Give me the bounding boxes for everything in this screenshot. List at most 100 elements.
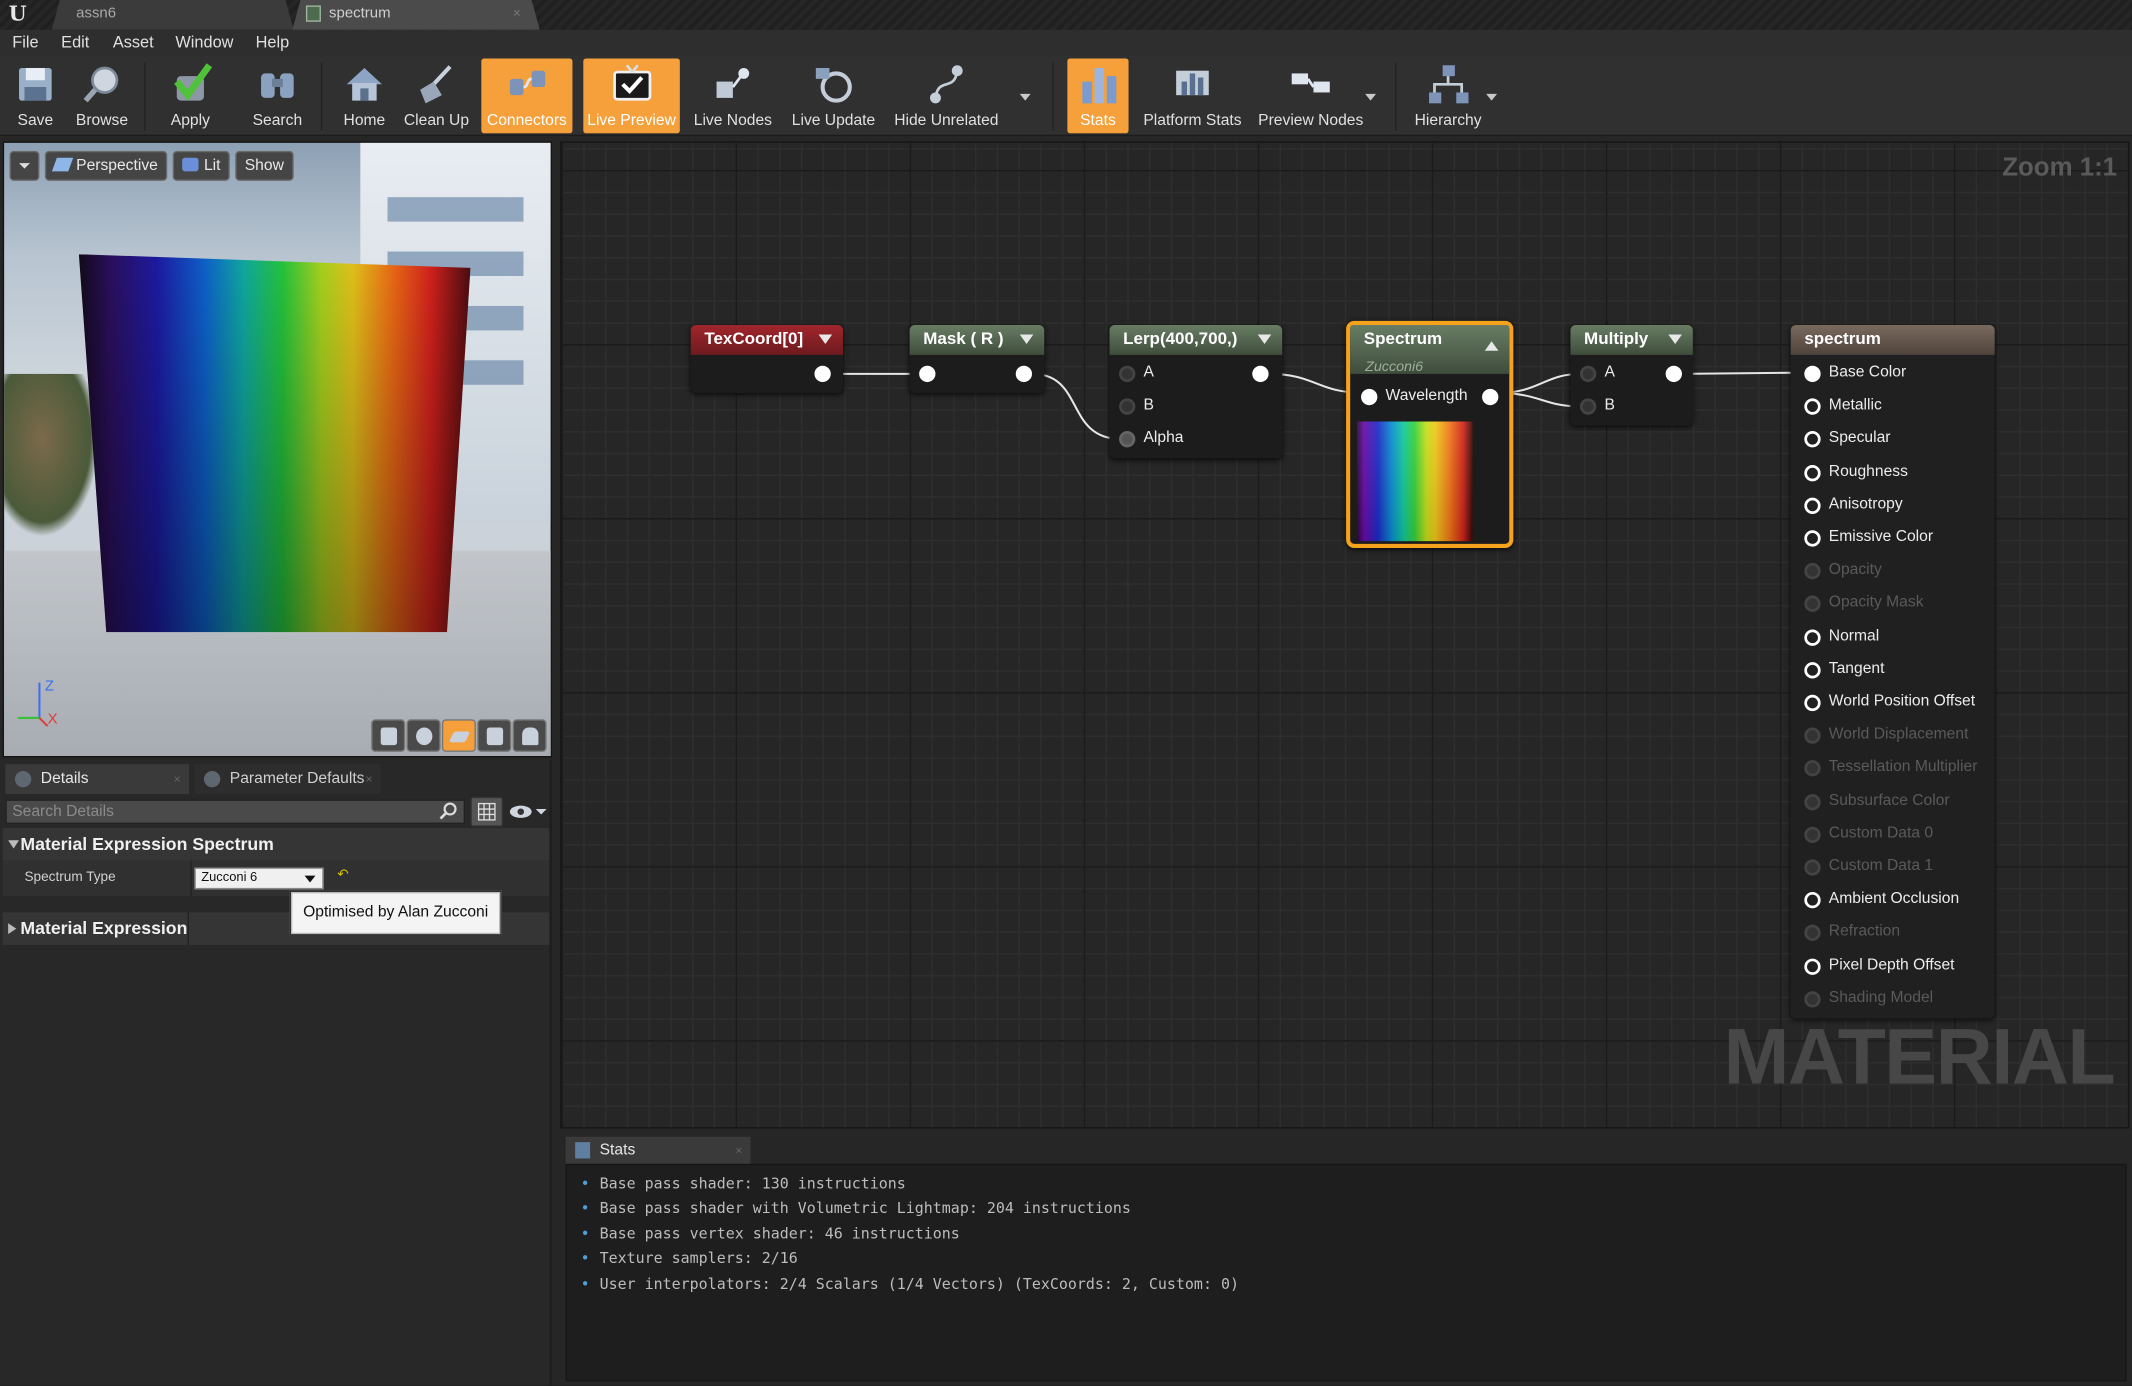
result-input-pin[interactable] bbox=[1804, 596, 1821, 613]
lerp-input-b-pin[interactable] bbox=[1119, 398, 1136, 415]
result-input-pin[interactable] bbox=[1804, 694, 1821, 712]
live-update-button[interactable]: Live Update bbox=[789, 58, 879, 133]
lerp-output-pin[interactable] bbox=[1252, 365, 1269, 383]
tab-stats[interactable]: Stats × bbox=[565, 1136, 751, 1164]
node-multiply-header[interactable]: Multiply bbox=[1570, 324, 1693, 355]
node-texcoord[interactable]: TexCoord[0] bbox=[690, 324, 844, 393]
lerp-input-alpha-pin[interactable] bbox=[1119, 431, 1136, 448]
result-input-pin[interactable] bbox=[1804, 563, 1821, 580]
node-lerp[interactable]: Lerp(400,700,) A B Alpha bbox=[1109, 324, 1283, 459]
search-button[interactable]: Search bbox=[239, 58, 315, 133]
multiply-output-pin[interactable] bbox=[1665, 365, 1682, 383]
node-lerp-header[interactable]: Lerp(400,700,) bbox=[1109, 324, 1283, 355]
sphere-preview-button[interactable] bbox=[406, 719, 441, 752]
tab-parameter-defaults[interactable]: Parameter Defaults × bbox=[194, 764, 381, 795]
result-input-pin[interactable] bbox=[1804, 925, 1821, 942]
node-multiply[interactable]: Multiply A B bbox=[1570, 324, 1693, 426]
tab-spectrum[interactable]: spectrum × bbox=[292, 0, 539, 30]
cube-preview-button[interactable] bbox=[477, 719, 512, 752]
browse-button[interactable]: Browse bbox=[68, 58, 136, 133]
hide-unrelated-button[interactable]: Hide Unrelated bbox=[892, 58, 1001, 133]
toolbar-overflow-arrow[interactable] bbox=[1019, 93, 1031, 101]
result-input-pin[interactable] bbox=[1804, 826, 1821, 843]
tab-details[interactable]: Details × bbox=[5, 764, 189, 795]
mask-output-pin[interactable] bbox=[1015, 365, 1033, 383]
result-input-pin[interactable] bbox=[1804, 661, 1821, 679]
custom-mesh-preview-button[interactable] bbox=[512, 719, 547, 752]
result-input-pin[interactable] bbox=[1804, 892, 1821, 909]
multiply-input-a-pin[interactable] bbox=[1579, 365, 1597, 383]
menu-help[interactable]: Help bbox=[256, 33, 290, 52]
result-input-pin[interactable] bbox=[1804, 958, 1821, 975]
category-material-expression-spectrum[interactable]: Material Expression Spectrum bbox=[2, 828, 550, 861]
home-button[interactable]: Home bbox=[332, 58, 397, 133]
mask-input-pin[interactable] bbox=[919, 365, 936, 383]
close-tab-icon[interactable]: × bbox=[174, 764, 181, 794]
platform-stats-button[interactable]: Platform Stats bbox=[1139, 58, 1245, 133]
result-input-pin[interactable] bbox=[1804, 464, 1821, 481]
node-material-result[interactable]: spectrum Base Color Metallic Specular Rough… bbox=[1790, 324, 1995, 1019]
result-input-pin[interactable] bbox=[1804, 727, 1821, 745]
result-input-pin[interactable] bbox=[1804, 793, 1821, 810]
close-tab-icon[interactable]: × bbox=[365, 764, 372, 794]
collapse-arrow-icon[interactable] bbox=[1019, 334, 1034, 345]
result-input-pin[interactable] bbox=[1804, 990, 1821, 1008]
collapse-arrow-icon[interactable] bbox=[818, 334, 833, 345]
result-input-pin[interactable] bbox=[1804, 365, 1821, 383]
show-button[interactable]: Show bbox=[235, 150, 294, 181]
menu-window[interactable]: Window bbox=[175, 33, 233, 52]
save-button[interactable]: Save bbox=[5, 58, 65, 133]
toolbar-overflow-arrow[interactable] bbox=[1365, 93, 1377, 101]
search-icon[interactable] bbox=[439, 801, 458, 820]
collapse-up-arrow-icon[interactable] bbox=[1484, 341, 1499, 351]
result-input-pin[interactable] bbox=[1804, 398, 1821, 415]
toolbar-overflow-arrow[interactable] bbox=[1486, 93, 1498, 101]
close-tab-icon[interactable]: × bbox=[735, 1137, 742, 1164]
collapse-arrow-icon[interactable] bbox=[1668, 334, 1682, 345]
menu-file[interactable]: File bbox=[12, 33, 38, 52]
search-details-input[interactable]: Search Details bbox=[5, 799, 466, 824]
node-result-header[interactable]: spectrum bbox=[1790, 324, 1995, 355]
node-texcoord-header[interactable]: TexCoord[0] bbox=[690, 324, 844, 355]
perspective-icon bbox=[51, 157, 74, 172]
property-matrix-button[interactable] bbox=[470, 796, 504, 827]
spectrum-type-dropdown[interactable]: Zucconi 6 bbox=[194, 867, 324, 890]
lit-button[interactable]: Lit bbox=[172, 150, 231, 181]
texcoord-output-pin[interactable] bbox=[814, 365, 831, 383]
collapse-arrow-icon[interactable] bbox=[1257, 334, 1272, 345]
spectrum-output-pin[interactable] bbox=[1482, 388, 1499, 406]
spectrum-input-wavelength-pin[interactable] bbox=[1361, 388, 1378, 406]
result-input-pin[interactable] bbox=[1804, 497, 1821, 514]
result-input-pin[interactable] bbox=[1804, 530, 1821, 547]
perspective-button[interactable]: Perspective bbox=[44, 150, 168, 181]
viewport-options-dropdown[interactable] bbox=[9, 150, 40, 181]
menu-edit[interactable]: Edit bbox=[61, 33, 89, 52]
cylinder-preview-button[interactable] bbox=[371, 719, 406, 752]
node-spectrum-header[interactable]: Spectrum Zucconi6 bbox=[1350, 324, 1510, 375]
material-graph[interactable]: Zoom 1:1 MATERIAL TexCoord[0] Mask ( R )… bbox=[560, 141, 2130, 1129]
node-mask[interactable]: Mask ( R ) bbox=[909, 324, 1045, 393]
node-spectrum-selected[interactable]: Spectrum Zucconi6 Wavelength bbox=[1346, 320, 1514, 548]
multiply-input-b-pin[interactable] bbox=[1579, 398, 1597, 415]
menu-asset[interactable]: Asset bbox=[113, 33, 154, 52]
preview-nodes-button[interactable]: Preview Nodes bbox=[1256, 58, 1365, 133]
clean-up-button[interactable]: Clean Up bbox=[402, 58, 470, 133]
result-input-pin[interactable] bbox=[1804, 760, 1821, 777]
close-tab-icon[interactable]: × bbox=[513, 0, 521, 29]
result-input-pin[interactable] bbox=[1804, 859, 1821, 876]
node-mask-header[interactable]: Mask ( R ) bbox=[909, 324, 1045, 355]
connectors-toggle[interactable]: Connectors bbox=[481, 58, 573, 134]
result-input-pin[interactable] bbox=[1804, 628, 1821, 646]
stats-toggle[interactable]: Stats bbox=[1067, 58, 1129, 134]
plane-preview-button[interactable] bbox=[441, 719, 476, 752]
lerp-input-a-pin[interactable] bbox=[1119, 365, 1136, 383]
view-options-eye-icon[interactable] bbox=[509, 802, 547, 821]
live-preview-toggle[interactable]: Live Preview bbox=[583, 58, 680, 134]
result-input-pin[interactable] bbox=[1804, 431, 1821, 448]
hierarchy-button[interactable]: Hierarchy bbox=[1409, 58, 1488, 133]
apply-button[interactable]: Apply bbox=[155, 58, 226, 133]
preview-viewport[interactable]: Perspective Lit Show Z X bbox=[2, 141, 553, 758]
live-nodes-button[interactable]: Live Nodes bbox=[691, 58, 775, 133]
tab-assn6[interactable]: assn6 bbox=[52, 0, 294, 30]
reset-to-default-icon[interactable]: ↶ bbox=[337, 867, 348, 882]
